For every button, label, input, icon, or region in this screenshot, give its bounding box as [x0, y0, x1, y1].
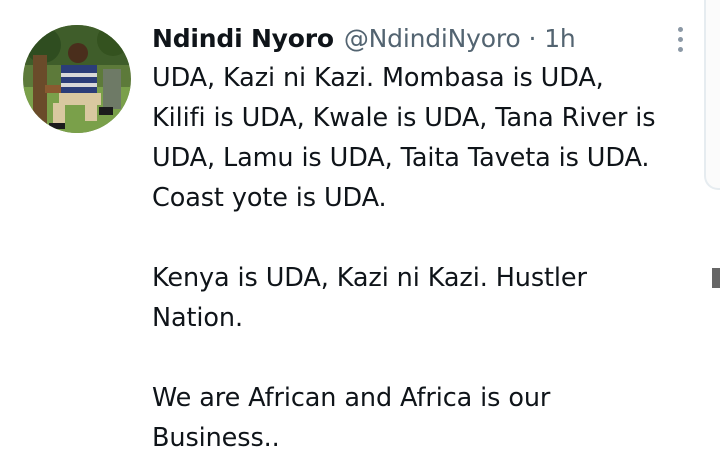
header-separator: · [528, 23, 537, 53]
vertical-ellipsis-icon [677, 26, 683, 32]
tweet-paragraph: Kenya is UDA, Kazi ni Kazi. Hustler Nati… [152, 258, 712, 338]
tweet-line: Coast yote is UDA. [152, 183, 387, 213]
author-avatar[interactable] [23, 25, 131, 133]
tweet-line: Kenya is UDA, Kazi ni Kazi. Hustler [152, 263, 587, 293]
tweet-line: Nation. [152, 303, 243, 333]
tweet-page: Ndindi Nyoro @NdindiNyoro · 1h UDA, Kazi… [0, 0, 720, 454]
tweet-line: Business.. [152, 423, 280, 453]
avatar-photo-icon [23, 25, 131, 133]
vertical-ellipsis-icon [677, 46, 683, 52]
vertical-ellipsis-icon [677, 36, 683, 42]
scrollbar-thumb[interactable] [712, 268, 720, 288]
tweet-paragraph: We are African and Africa is our Busines… [152, 378, 712, 454]
tweet-line: UDA, Kazi ni Kazi. Mombasa is UDA, [152, 63, 604, 93]
author-name[interactable]: Ndindi Nyoro [152, 24, 334, 53]
tweet-line: UDA, Lamu is UDA, Taita Taveta is UDA. [152, 143, 650, 173]
more-options-button[interactable] [668, 24, 692, 54]
tweet-timestamp[interactable]: 1h [544, 24, 576, 53]
tweet-text: UDA, Kazi ni Kazi. Mombasa is UDA, Kilif… [152, 58, 712, 454]
tweet-line: We are African and Africa is our [152, 383, 551, 413]
tweet-paragraph: UDA, Kazi ni Kazi. Mombasa is UDA, Kilif… [152, 58, 712, 218]
tweet-header: Ndindi Nyoro @NdindiNyoro · 1h [152, 18, 576, 58]
tweet-line: Kilifi is UDA, Kwale is UDA, Tana River … [152, 103, 656, 133]
author-handle[interactable]: @NdindiNyoro [344, 24, 521, 53]
